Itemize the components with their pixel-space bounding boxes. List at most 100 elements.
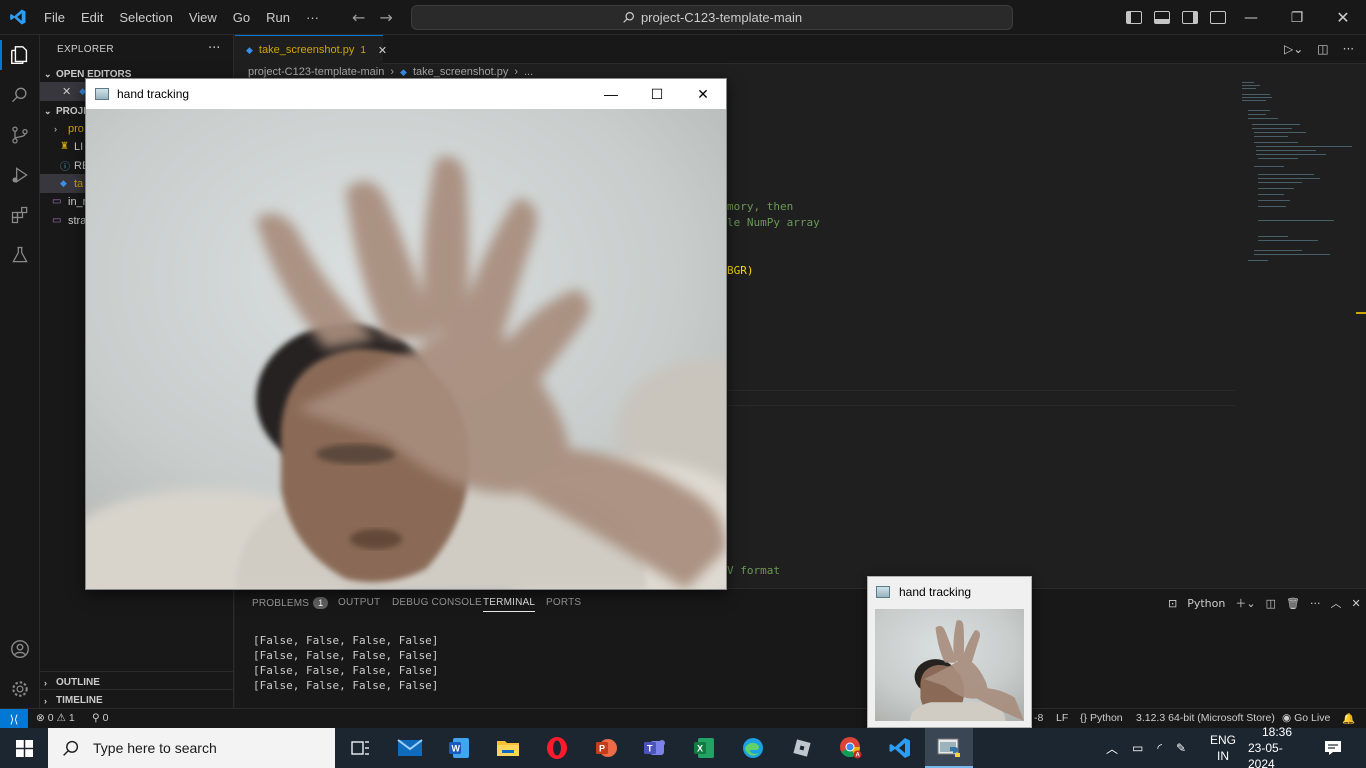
back-arrow-icon[interactable]: ← [352, 8, 365, 27]
breadcrumb-file[interactable]: take_screenshot.py [413, 66, 508, 78]
run-debug-icon[interactable] [8, 163, 32, 187]
ports-status[interactable]: ⚲ 0 [92, 712, 108, 724]
notification-center-icon[interactable] [1322, 728, 1344, 768]
opera-browser-icon[interactable] [533, 728, 581, 768]
chevron-right-icon: › [44, 695, 47, 706]
minimize-button[interactable]: — [1228, 0, 1274, 35]
code-text: BGR) [727, 264, 754, 277]
mail-app-icon[interactable] [386, 728, 434, 768]
window-maximize-button[interactable]: ☐ [634, 79, 680, 109]
python-taskbar-icon[interactable] [925, 728, 973, 768]
hand-tracking-window[interactable]: hand tracking — ☐ ✕ [85, 78, 727, 590]
menu-run[interactable]: Run [258, 0, 298, 35]
window-minimize-button[interactable]: — [588, 79, 634, 109]
svg-text:W: W [452, 744, 461, 754]
tab-take-screenshot[interactable]: ◆ take_screenshot.py 1 ✕ [235, 35, 387, 64]
show-hidden-icons-chevron-icon[interactable]: ︿ [1106, 740, 1118, 757]
command-center-search[interactable]: project-C123-template-main [411, 5, 1013, 30]
word-app-icon[interactable]: W [435, 728, 483, 768]
vscode-taskbar-icon[interactable] [876, 728, 924, 768]
restore-button[interactable]: ❐ [1274, 0, 1320, 35]
close-editor-icon[interactable]: ✕ [62, 85, 71, 98]
encoding-status[interactable]: -8 [1034, 712, 1043, 724]
tab-terminal[interactable]: TERMINAL [483, 597, 536, 612]
new-terminal-icon[interactable]: ＋⌄ [1235, 595, 1255, 611]
kill-terminal-icon[interactable]: 🗑 [1286, 597, 1300, 610]
powerpoint-app-icon[interactable]: P [582, 728, 630, 768]
tab-output[interactable]: OUTPUT [338, 597, 380, 608]
tab-debug-console[interactable]: DEBUG CONSOLE [392, 597, 482, 608]
more-actions-icon[interactable]: ··· [1343, 42, 1354, 56]
command-center-text: project-C123-template-main [640, 10, 803, 25]
toggle-panel-icon[interactable] [1154, 11, 1170, 24]
toggle-primary-sidebar-icon[interactable] [1126, 11, 1142, 24]
svg-text:A: A [856, 753, 861, 759]
menu-edit[interactable]: Edit [73, 0, 111, 35]
activity-bar [0, 35, 40, 708]
breadcrumb-symbol[interactable]: ... [524, 66, 533, 78]
explorer-icon[interactable] [8, 43, 32, 67]
breadcrumb-folder[interactable]: project-C123-template-main [248, 66, 384, 78]
eol-status[interactable]: LF [1056, 712, 1068, 724]
menu-file[interactable]: File [36, 0, 73, 35]
close-panel-icon[interactable]: ✕ [1351, 597, 1360, 610]
notifications-bell-icon[interactable]: 🔔 [1342, 712, 1355, 725]
problems-status[interactable]: ⊗ 0 ⚠ 1 [36, 712, 75, 724]
explorer-title: EXPLORER [57, 44, 114, 55]
windows-start-icon[interactable] [0, 728, 48, 768]
chrome-browser-icon[interactable]: A [827, 728, 875, 768]
menu-selection[interactable]: Selection [111, 0, 180, 35]
toggle-secondary-sidebar-icon[interactable] [1182, 11, 1198, 24]
window-close-button[interactable]: ✕ [680, 79, 726, 109]
clock[interactable]: 18:36 23-05-2024 [1248, 725, 1306, 768]
close-tab-icon[interactable]: ✕ [378, 44, 387, 57]
explorer-more-actions[interactable]: ··· [208, 41, 220, 56]
file-explorer-icon[interactable] [484, 728, 532, 768]
camera-scene [86, 109, 726, 589]
source-control-icon[interactable] [8, 123, 32, 147]
excel-app-icon[interactable]: X [680, 728, 728, 768]
split-terminal-icon[interactable]: ◫ [1266, 597, 1276, 610]
teams-app-icon[interactable]: T [631, 728, 679, 768]
forward-arrow-icon[interactable]: → [379, 8, 392, 27]
pen-icon[interactable]: ✎ [1176, 741, 1186, 755]
run-file-icon[interactable]: ▷⌄ [1284, 42, 1303, 56]
minimap[interactable] [1240, 80, 1360, 270]
problems-badge: 1 [313, 597, 329, 609]
thumbnail-preview-image [875, 609, 1024, 721]
breadcrumb: project-C123-template-main › ◆ take_scre… [248, 66, 533, 78]
language-status[interactable]: {} Python [1080, 712, 1123, 724]
taskbar-search-box[interactable]: Type here to search [48, 728, 335, 768]
close-button[interactable]: ✕ [1320, 0, 1366, 35]
task-view-icon[interactable] [336, 728, 384, 768]
tab-ports[interactable]: PORTS [546, 597, 581, 608]
remote-indicator-icon[interactable]: ⟩⟨ [0, 709, 28, 729]
customize-layout-icon[interactable] [1210, 11, 1226, 24]
roblox-app-icon[interactable] [778, 728, 826, 768]
window-title-bar[interactable]: hand tracking — ☐ ✕ [86, 79, 726, 109]
editor-tabs: ◆ take_screenshot.py 1 ✕ [235, 35, 1366, 64]
wifi-icon[interactable]: ◜ [1157, 741, 1162, 755]
tab-problems[interactable]: PROBLEMS 1 [252, 597, 329, 609]
terminal-profile[interactable]: Python [1187, 597, 1225, 610]
edge-browser-icon[interactable] [729, 728, 777, 768]
error-icon: ⊗ [36, 712, 45, 724]
maximize-panel-icon[interactable]: ︿ [1330, 595, 1341, 611]
menu-go[interactable]: Go [225, 0, 258, 35]
testing-flask-icon[interactable] [8, 243, 32, 267]
extensions-icon[interactable] [8, 203, 32, 227]
accounts-icon[interactable] [8, 637, 32, 661]
split-editor-icon[interactable]: ◫ [1317, 42, 1328, 56]
hand-tracking-thumbnail[interactable]: hand tracking [867, 576, 1032, 728]
more-actions-icon[interactable]: ··· [1310, 597, 1321, 610]
manage-gear-icon[interactable] [8, 677, 32, 701]
menu-more[interactable]: ··· [298, 0, 327, 35]
interpreter-status[interactable]: 3.12.3 64-bit (Microsoft Store) [1136, 712, 1275, 724]
vscode-logo-icon [0, 0, 36, 35]
battery-icon[interactable]: ▭ [1132, 741, 1143, 755]
go-live-status[interactable]: ◉ Go Live [1282, 712, 1330, 724]
chevron-down-icon: ⌄ [44, 68, 52, 79]
menu-view[interactable]: View [181, 0, 225, 35]
search-icon[interactable] [8, 83, 32, 107]
language-indicator[interactable]: ENG IN [1210, 728, 1236, 768]
